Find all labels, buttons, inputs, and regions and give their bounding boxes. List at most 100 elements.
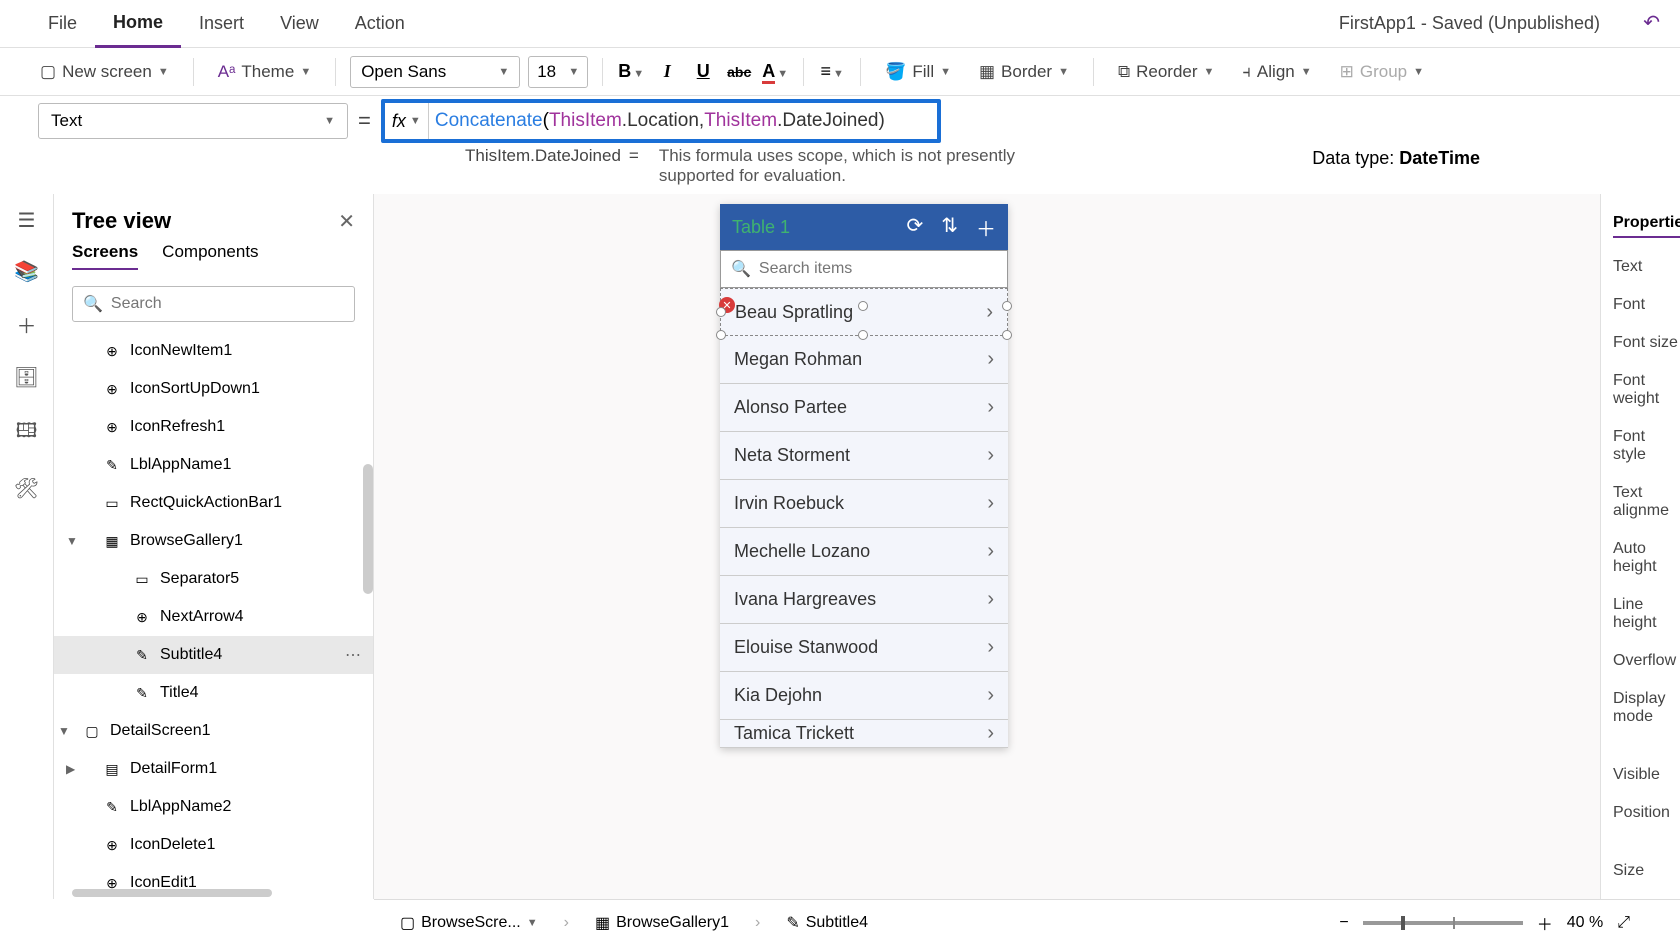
zoom-out-button[interactable]: − (1339, 914, 1348, 932)
gallery-row[interactable]: Ivana Hargreaves› (720, 576, 1008, 624)
scrollbar-vertical[interactable] (363, 464, 373, 594)
tree-item-lblappname2[interactable]: ✎LblAppName2 (54, 788, 373, 826)
gallery-row[interactable]: ✕ Beau Spratling › (720, 288, 1008, 336)
font-size-select[interactable]: 18 ▼ (528, 56, 588, 88)
gallery-row[interactable]: Elouise Stanwood› (720, 624, 1008, 672)
zoom-thumb[interactable] (1401, 916, 1405, 930)
new-screen-button[interactable]: ▢ New screen ▼ (30, 58, 179, 86)
tab-screens[interactable]: Screens (72, 242, 138, 270)
phone-search[interactable]: 🔍 (720, 250, 1008, 288)
prop-position[interactable]: Position (1613, 804, 1680, 822)
tab-view[interactable]: View (262, 0, 337, 48)
tree-item-detailscreen1[interactable]: ▼▢DetailScreen1 (54, 712, 373, 750)
selection-handle[interactable] (1002, 301, 1012, 311)
properties-tab[interactable]: Properties (1613, 214, 1680, 238)
strikethrough-button[interactable]: abc (725, 64, 753, 80)
chevron-right-icon[interactable]: › (987, 722, 994, 745)
zoom-in-button[interactable]: ＋ (1537, 911, 1553, 935)
tree-item-subtitle4[interactable]: ✎Subtitle4⋯ (54, 636, 373, 674)
more-icon[interactable]: ⋯ (345, 645, 361, 665)
selection-handle[interactable] (716, 307, 726, 317)
tree-search[interactable]: 🔍 (72, 286, 355, 322)
underline-button[interactable]: U (689, 61, 717, 82)
media-icon[interactable]: 🖽 (16, 416, 38, 450)
prop-size[interactable]: Size (1613, 862, 1680, 880)
tree-view-icon[interactable]: 📚 (14, 259, 39, 284)
phone-search-input[interactable] (759, 260, 997, 278)
fill-button[interactable]: 🪣 Fill ▼ (875, 58, 961, 86)
chevron-right-icon[interactable]: › (987, 588, 994, 611)
prop-line-height[interactable]: Line height (1613, 596, 1680, 632)
prop-text-alignment[interactable]: Text alignme (1613, 484, 1680, 520)
tree-search-input[interactable] (111, 295, 344, 313)
breadcrumb-browsegallery1[interactable]: ▦ BrowseGallery1 (587, 909, 737, 937)
italic-button[interactable]: I (653, 61, 681, 82)
gallery-row[interactable]: Megan Rohman› (720, 336, 1008, 384)
selection-handle[interactable] (716, 330, 726, 340)
breadcrumb-browsescreen[interactable]: ▢ BrowseScre... ▼ (392, 909, 546, 937)
hamburger-icon[interactable]: ☰ (18, 208, 36, 233)
prop-display-mode[interactable]: Display mode (1613, 690, 1680, 726)
align-button[interactable]: ⫞ Align ▼ (1232, 58, 1321, 86)
gallery-row[interactable]: Tamica Trickett› (720, 720, 1008, 748)
chevron-right-icon[interactable]: › (987, 636, 994, 659)
prop-visible[interactable]: Visible (1613, 766, 1680, 784)
chevron-right-icon[interactable]: › (987, 492, 994, 515)
tree-item-browsegallery1[interactable]: ▼▦BrowseGallery1 (54, 522, 373, 560)
chevron-right-icon[interactable]: › (987, 540, 994, 563)
chevron-right-icon[interactable]: › (987, 396, 994, 419)
zoom-slider[interactable] (1363, 921, 1523, 925)
prop-font-style[interactable]: Font style (1613, 428, 1680, 464)
chevron-right-icon[interactable]: ▶ (66, 762, 75, 776)
close-icon[interactable]: ✕ (338, 209, 355, 234)
chevron-right-icon[interactable]: › (986, 301, 993, 324)
refresh-icon[interactable]: ⟳ (906, 213, 923, 242)
prop-text[interactable]: Text (1613, 258, 1680, 276)
tools-icon[interactable]: 🛠 (14, 476, 39, 501)
gallery-row[interactable]: Irvin Roebuck› (720, 480, 1008, 528)
chevron-down-icon[interactable]: ▼ (527, 917, 538, 929)
tab-file[interactable]: File (30, 0, 95, 48)
tree-item-icondelete1[interactable]: ⊕IconDelete1 (54, 826, 373, 864)
selection-handle[interactable] (1002, 330, 1012, 340)
font-color-button[interactable]: A▼ (761, 61, 789, 82)
formula-input[interactable]: Concatenate(ThisItem.Location, ThisItem.… (429, 103, 937, 139)
prop-overflow[interactable]: Overflow (1613, 652, 1680, 670)
add-icon[interactable]: ＋ (976, 213, 996, 242)
phone-preview[interactable]: Table 1 ⟳ ⇅ ＋ 🔍 ✕ Beau Spratling › (720, 204, 1008, 748)
font-select[interactable]: Open Sans ▼ (350, 56, 520, 88)
insert-icon[interactable]: ＋ (17, 310, 37, 339)
bold-button[interactable]: B▼ (617, 61, 645, 82)
chevron-down-icon[interactable]: ▼ (66, 534, 78, 548)
prop-font-size[interactable]: Font size (1613, 334, 1680, 352)
chevron-right-icon[interactable]: › (987, 444, 994, 467)
tree-item-iconrefresh1[interactable]: ⊕IconRefresh1 (54, 408, 373, 446)
gallery-row[interactable]: Neta Storment› (720, 432, 1008, 480)
scrollbar-horizontal[interactable] (72, 889, 272, 897)
chevron-right-icon[interactable]: › (987, 348, 994, 371)
data-icon[interactable]: 🗄 (14, 365, 39, 390)
tree-item-rectquickactionbar1[interactable]: ▭RectQuickActionBar1 (54, 484, 373, 522)
prop-auto-height[interactable]: Auto height (1613, 540, 1680, 576)
border-button[interactable]: ▦ Border ▼ (969, 58, 1079, 86)
selection-handle[interactable] (858, 301, 868, 311)
chevron-down-icon[interactable]: ▼ (58, 724, 70, 738)
tab-insert[interactable]: Insert (181, 0, 262, 48)
text-align-button[interactable]: ≡▼ (818, 61, 846, 82)
tree-item-detailform1[interactable]: ▶▤DetailForm1 (54, 750, 373, 788)
tree-item-title4[interactable]: ✎Title4 (54, 674, 373, 712)
prop-font-weight[interactable]: Font weight (1613, 372, 1680, 408)
tree-item-nextarrow4[interactable]: ⊕NextArrow4 (54, 598, 373, 636)
property-select[interactable]: Text ▼ (38, 103, 348, 139)
chevron-right-icon[interactable]: › (987, 684, 994, 707)
tree-item-iconnewitem1[interactable]: ⊕IconNewItem1 (54, 332, 373, 370)
gallery-row[interactable]: Alonso Partee› (720, 384, 1008, 432)
fx-label[interactable]: fx▼ (385, 103, 429, 139)
prop-font[interactable]: Font (1613, 296, 1680, 314)
tab-action[interactable]: Action (337, 0, 423, 48)
gallery-row[interactable]: Mechelle Lozano› (720, 528, 1008, 576)
sort-icon[interactable]: ⇅ (941, 213, 958, 242)
tab-components[interactable]: Components (162, 242, 258, 270)
tab-home[interactable]: Home (95, 0, 181, 48)
gallery-row[interactable]: Kia Dejohn› (720, 672, 1008, 720)
